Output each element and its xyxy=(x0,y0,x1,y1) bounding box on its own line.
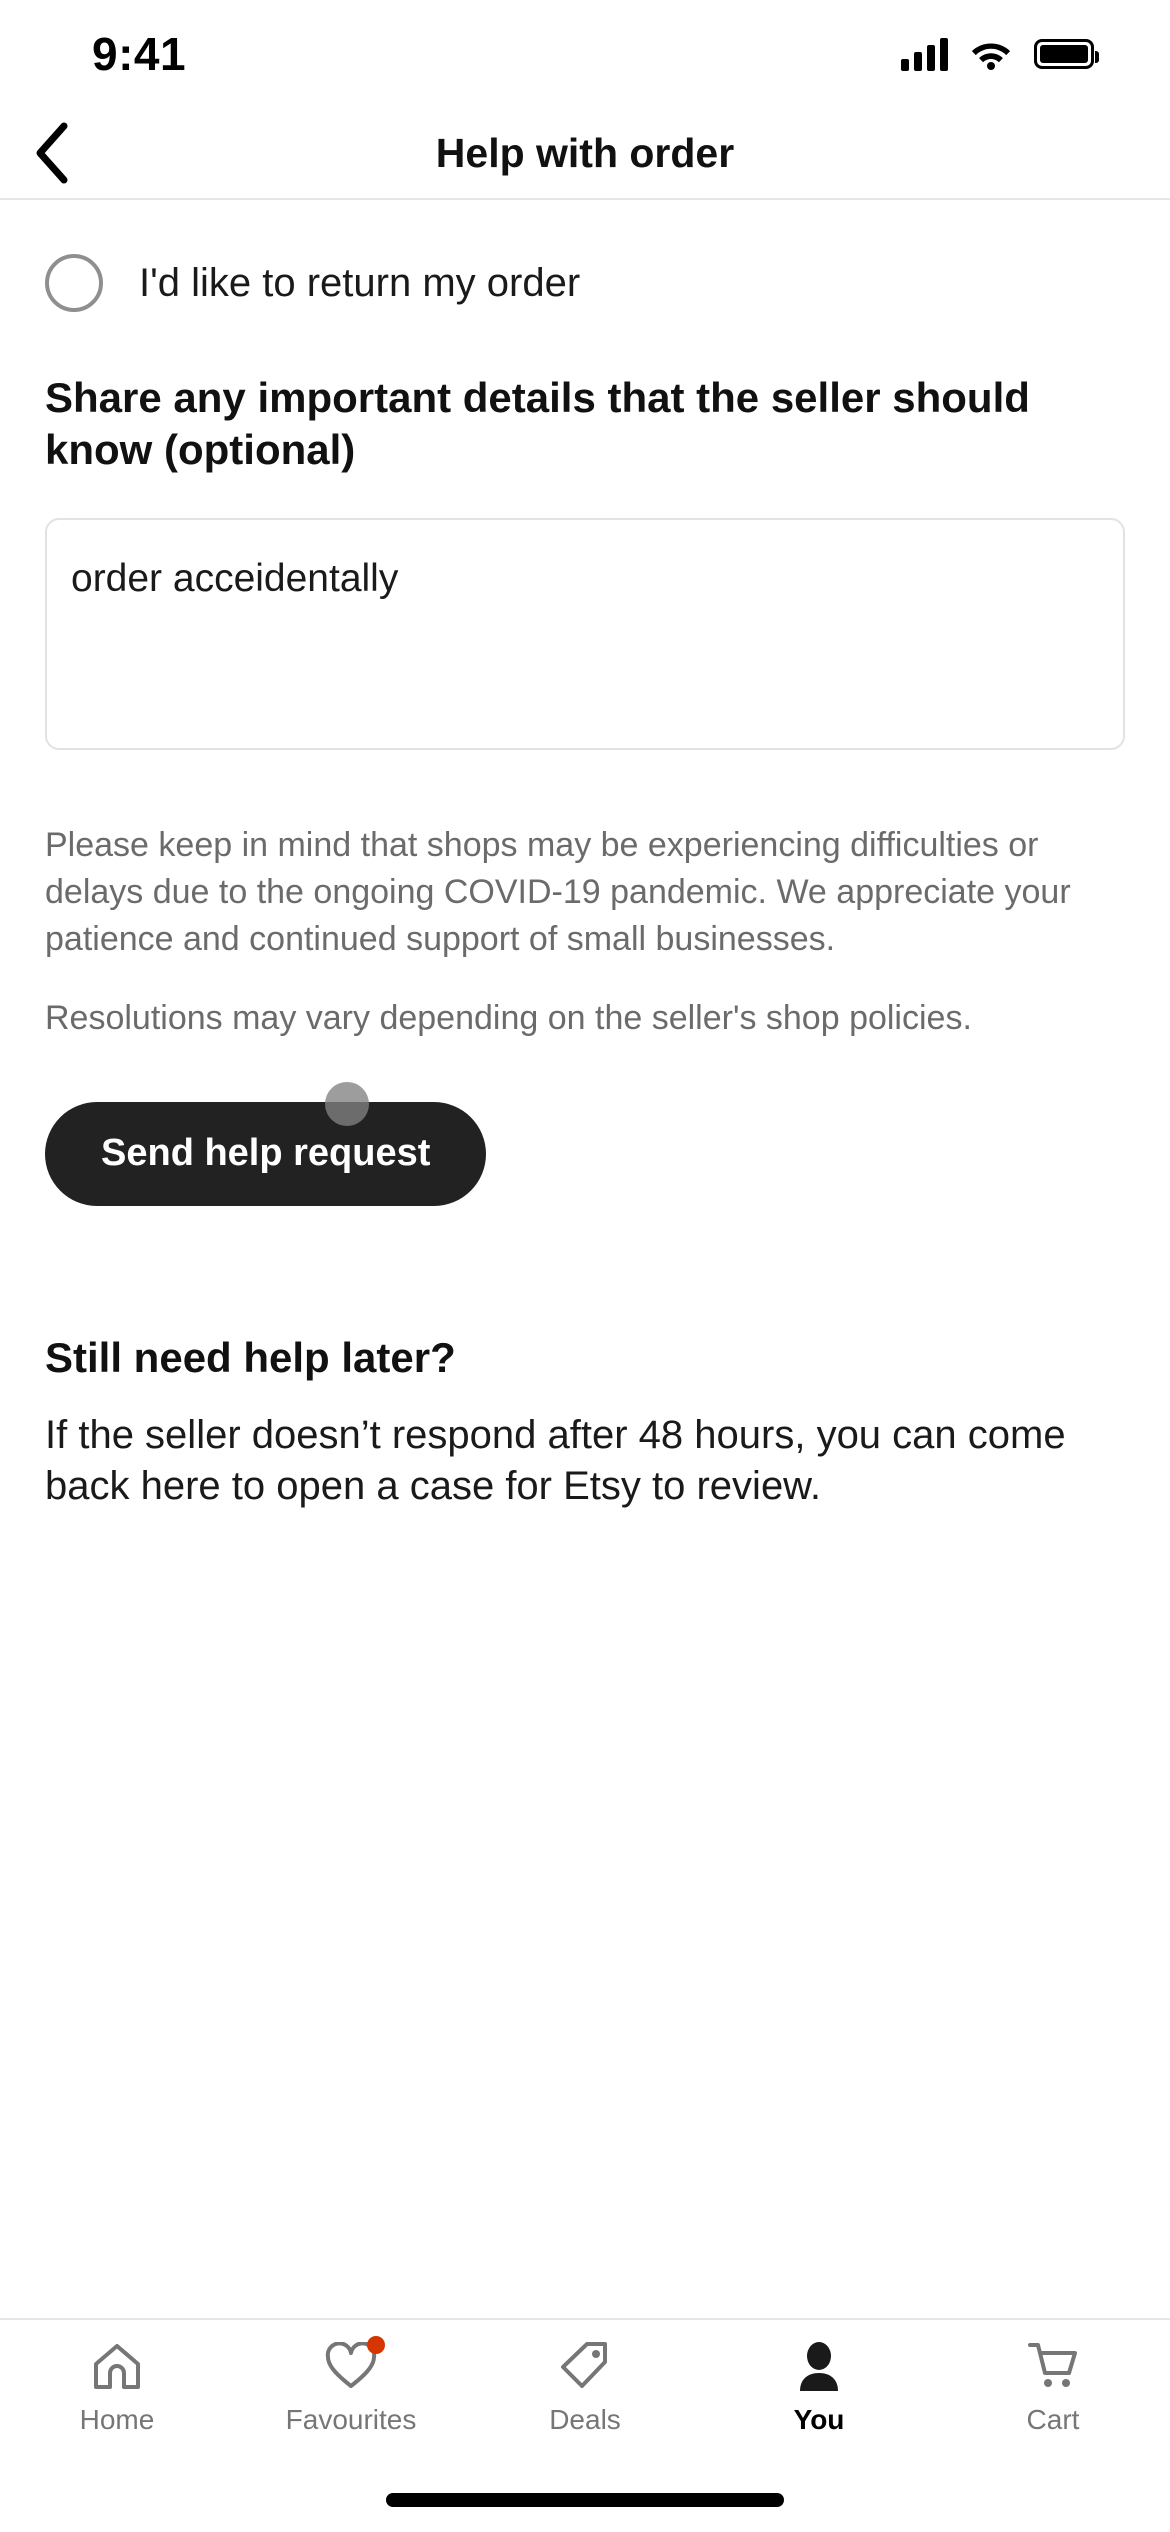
back-chevron-icon xyxy=(36,122,68,184)
person-icon xyxy=(791,2340,847,2392)
battery-full-icon xyxy=(1034,39,1099,69)
still-need-help-body: If the seller doesn’t respond after 48 h… xyxy=(45,1412,1066,1509)
status-bar: 9:41 xyxy=(0,0,1170,108)
tab-you[interactable]: You xyxy=(702,2340,936,2436)
status-bar-time: 9:41 xyxy=(92,28,187,80)
bottom-tab-bar: Home Favourites Deals You Cart xyxy=(0,2318,1170,2468)
tab-home-label: Home xyxy=(79,2404,155,2435)
radio-option-return-order[interactable]: I'd like to return my order xyxy=(45,254,1125,312)
tab-home[interactable]: Home xyxy=(0,2340,234,2436)
tab-deals[interactable]: Deals xyxy=(468,2340,702,2436)
tab-favourites[interactable]: Favourites xyxy=(234,2336,468,2436)
tab-cart-label: Cart xyxy=(1026,2404,1080,2435)
app-screen: 9:41 Help with order I'd like to return … xyxy=(0,0,1170,2532)
radio-option-label: I'd like to return my order xyxy=(139,260,581,305)
details-textarea-value: order acceidentally xyxy=(71,557,399,601)
main-content: I'd like to return my order Share any im… xyxy=(0,200,1170,2318)
heart-icon xyxy=(323,2336,385,2392)
cart-icon xyxy=(1025,2340,1081,2392)
home-icon xyxy=(89,2340,145,2392)
favourites-badge-dot xyxy=(367,2336,385,2354)
tag-icon xyxy=(557,2340,613,2392)
details-heading: Share any important details that the sel… xyxy=(45,374,1030,473)
still-need-help-heading: Still need help later? xyxy=(45,1333,456,1381)
home-indicator[interactable] xyxy=(386,2493,784,2507)
wifi-icon xyxy=(971,43,1011,70)
radio-circle-icon[interactable] xyxy=(45,254,103,312)
signal-bars-icon xyxy=(901,37,948,71)
submit-button-wrap: Send help request xyxy=(45,1081,1125,1206)
nav-header: Help with order xyxy=(0,108,1170,200)
home-indicator-area xyxy=(0,2468,1170,2532)
disclaimer-covid: Please keep in mind that shops may be ex… xyxy=(45,826,1071,959)
page-title: Help with order xyxy=(435,129,735,176)
disclaimer-resolutions: Resolutions may vary depending on the se… xyxy=(45,999,972,1038)
tab-you-label: You xyxy=(793,2404,845,2435)
tab-deals-label: Deals xyxy=(549,2404,621,2435)
status-bar-icons xyxy=(901,37,1099,71)
tab-favourites-label: Favourites xyxy=(285,2404,417,2435)
tab-cart[interactable]: Cart xyxy=(936,2340,1170,2436)
back-button[interactable] xyxy=(14,115,90,191)
send-help-request-button[interactable]: Send help request xyxy=(45,1101,487,1206)
details-textarea[interactable]: order acceidentally xyxy=(45,518,1125,751)
